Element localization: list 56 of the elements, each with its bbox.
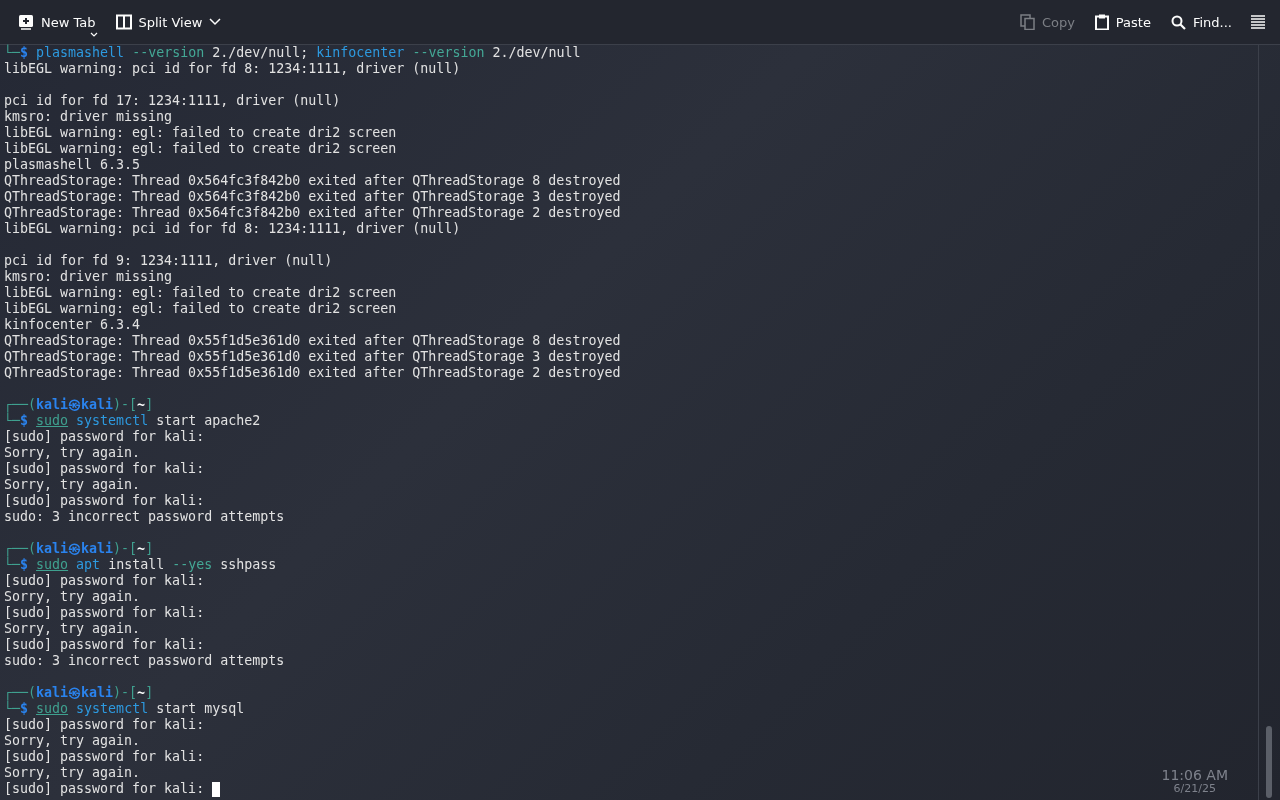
- copy-icon: [1019, 14, 1035, 30]
- output-line: sudo: 3 incorrect password attempts: [4, 509, 285, 525]
- chevron-down-icon: [209, 18, 222, 26]
- output-line: [sudo] password for kali:: [4, 573, 205, 589]
- output-line: sudo: 3 incorrect password attempts: [4, 653, 285, 669]
- output-line: [sudo] password for kali:: [4, 637, 205, 653]
- command-line: └─$ sudo systemctl start apache2: [4, 413, 261, 429]
- output-line: QThreadStorage: Thread 0x564fc3f842b0 exited after QThreadStorage 3 destroyed: [4, 189, 621, 205]
- prompt-header: ┌──(kali㉿kali)-[~]: [4, 541, 154, 557]
- output-line: libEGL warning: egl: failed to create dri2 screen: [4, 125, 397, 141]
- split-view-button[interactable]: Split View: [107, 7, 230, 37]
- output-line: Sorry, try again.: [4, 621, 141, 637]
- output-line: Sorry, try again.: [4, 733, 141, 749]
- output-line: [sudo] password for kali:: [4, 429, 205, 445]
- output-line: [sudo] password for kali:: [4, 461, 205, 477]
- output-line: pci id for fd 17: 1234:1111, driver (null): [4, 93, 341, 109]
- output-line: [sudo] password for kali:: [4, 749, 205, 765]
- menu-icon: [1250, 15, 1266, 29]
- date-text: 6/21/25: [1173, 783, 1216, 795]
- output-line: Sorry, try again.: [4, 765, 141, 781]
- prompt-header: ┌──(kali㉿kali)-[~]: [4, 397, 154, 413]
- output-line: QThreadStorage: Thread 0x564fc3f842b0 exited after QThreadStorage 8 destroyed: [4, 173, 621, 189]
- paste-button[interactable]: Paste: [1086, 7, 1159, 37]
- output-line: pci id for fd 9: 1234:1111, driver (null): [4, 253, 333, 269]
- output-line: libEGL warning: pci id for fd 8: 1234:1111, driver (null): [4, 61, 461, 77]
- output-line: QThreadStorage: Thread 0x564fc3f842b0 exited after QThreadStorage 2 destroyed: [4, 205, 621, 221]
- clock-text: 11:06 AM: [1161, 768, 1228, 783]
- output-line: libEGL warning: egl: failed to create dri2 screen: [4, 285, 397, 301]
- command-line: └─$ sudo systemctl start mysql: [4, 701, 245, 717]
- output-line: [sudo] password for kali:: [4, 605, 205, 621]
- output-line: [sudo] password for kali:: [4, 781, 205, 797]
- split-view-icon: [115, 14, 132, 30]
- output-line: kmsro: driver missing: [4, 269, 173, 285]
- command-line: └─$ plasmashell --version 2./dev/null; kinfocenter --version 2./dev/null: [4, 45, 581, 61]
- output-line: Sorry, try again.: [4, 589, 141, 605]
- output-line: libEGL warning: pci id for fd 8: 1234:1111, driver (null): [4, 221, 461, 237]
- new-tab-button[interactable]: New Tab: [10, 7, 104, 37]
- output-line: QThreadStorage: Thread 0x55f1d5e361d0 exited after QThreadStorage 3 destroyed: [4, 349, 621, 365]
- prompt-header: ┌──(kali㉿kali)-[~]: [4, 685, 154, 701]
- output-line: libEGL warning: egl: failed to create dri2 screen: [4, 301, 397, 317]
- output-line: QThreadStorage: Thread 0x55f1d5e361d0 exited after QThreadStorage 8 destroyed: [4, 333, 621, 349]
- output-line: [sudo] password for kali:: [4, 717, 205, 733]
- clipboard-icon: [1094, 14, 1109, 30]
- output-line: kmsro: driver missing: [4, 109, 173, 125]
- output-line: Sorry, try again.: [4, 445, 141, 461]
- command-line: └─$ sudo apt install --yes sshpass: [4, 557, 277, 573]
- find-button[interactable]: Find...: [1162, 7, 1240, 37]
- output-line: plasmashell 6.3.5: [4, 157, 141, 173]
- output-line: Sorry, try again.: [4, 477, 141, 493]
- search-icon: [1170, 14, 1186, 30]
- add-tab-icon: [18, 14, 34, 30]
- caret-icon: [90, 32, 98, 37]
- output-line: kinfocenter 6.3.4: [4, 317, 141, 333]
- output-line: [sudo] password for kali:: [4, 493, 205, 509]
- output-line: libEGL warning: egl: failed to create dri2 screen: [4, 141, 397, 157]
- output-line: QThreadStorage: Thread 0x55f1d5e361d0 exited after QThreadStorage 2 destroyed: [4, 365, 621, 381]
